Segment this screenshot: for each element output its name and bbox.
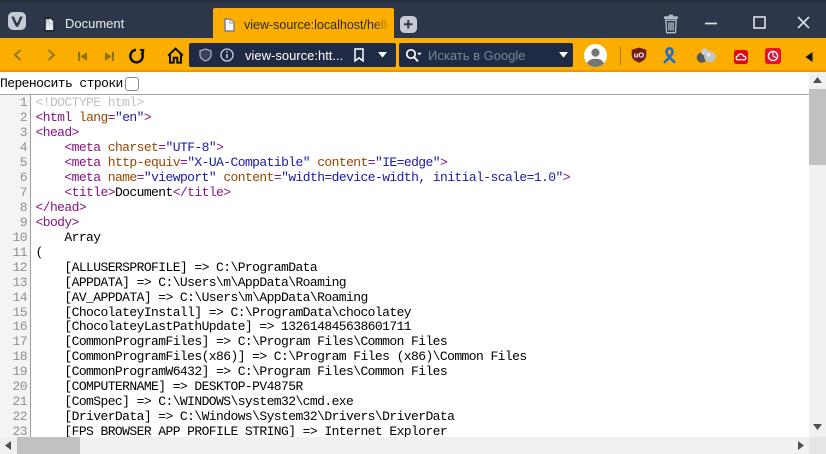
svg-text:uO: uO [634, 51, 645, 60]
